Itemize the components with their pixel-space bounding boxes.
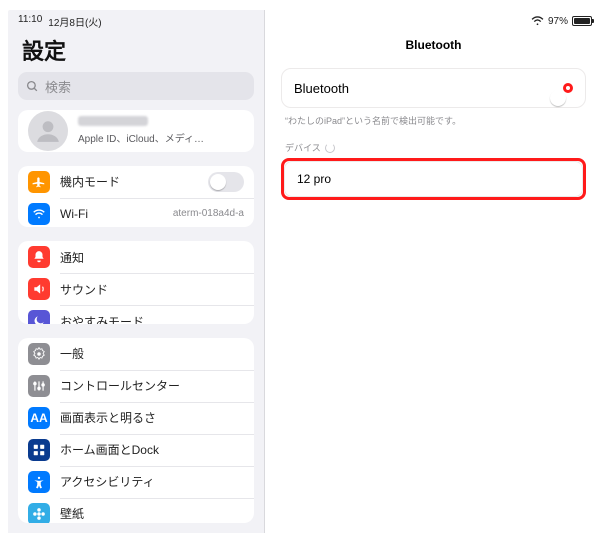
sidebar-item-airplane[interactable]: 機内モード <box>18 166 254 198</box>
airplane-toggle[interactable] <box>208 172 244 192</box>
sidebar-item-accessibility[interactable]: アクセシビリティ <box>18 466 254 498</box>
sidebar-item-label: 壁紙 <box>60 505 244 522</box>
wifi-status-icon <box>531 16 544 26</box>
discoverable-hint: “わたしのiPad”という名前で検出可能です。 <box>281 108 586 141</box>
bluetooth-switch-card: Bluetooth <box>281 68 586 108</box>
bluetooth-switch-label: Bluetooth <box>294 81 563 96</box>
profile-subtitle: Apple ID、iCloud、メディ… <box>78 130 204 145</box>
profile-card[interactable]: Apple ID、iCloud、メディ… <box>18 110 254 152</box>
speaker-icon <box>28 278 50 300</box>
status-time: 11:10 <box>18 14 42 29</box>
sidebar-item-wallpaper[interactable]: 壁紙 <box>18 498 254 523</box>
devices-section-label: デバイス <box>281 141 586 158</box>
highlight-bluetooth-toggle <box>563 83 573 93</box>
aa-icon: AA <box>28 407 50 429</box>
device-row[interactable]: 12 pro <box>285 162 582 196</box>
sidebar-item-notifications[interactable]: 通知 <box>18 241 254 273</box>
sidebar-group-network: 機内モード Wi-Fi aterm-018a4d-a Bluetooth オン <box>18 166 254 228</box>
status-date: 12月8日(火) <box>48 14 101 29</box>
detail-pane: 97% Bluetooth Bluetooth “わたしのiPad”という名前で… <box>264 10 602 533</box>
accessibility-icon <box>28 471 50 493</box>
spinner-icon <box>325 143 335 153</box>
settings-sidebar: 11:10 12月8日(火) 設定 検索 Apple ID、iCloud、メディ… <box>8 10 264 533</box>
device-name: 12 pro <box>297 172 331 186</box>
status-bar-right: 97% <box>265 10 602 30</box>
detail-title: Bluetooth <box>265 30 602 68</box>
sidebar-item-general[interactable]: 一般 <box>18 338 254 370</box>
gear-icon <box>28 343 50 365</box>
avatar <box>28 111 68 151</box>
status-bar: 11:10 12月8日(火) <box>8 10 264 30</box>
sidebar-item-label: おやすみモード <box>60 313 244 324</box>
sidebar-item-label: ホーム画面とDock <box>60 441 244 458</box>
devices-label-text: デバイス <box>285 141 321 154</box>
moon-icon <box>28 310 50 323</box>
highlight-device-row: 12 pro <box>281 158 586 200</box>
sidebar-item-label: 一般 <box>60 345 244 362</box>
sidebar-item-label: サウンド <box>60 281 244 298</box>
sidebar-item-label: 機内モード <box>60 173 198 190</box>
airplane-icon <box>28 171 50 193</box>
sidebar-item-sound[interactable]: サウンド <box>18 273 254 305</box>
wifi-network-name: aterm-018a4d-a <box>173 208 244 219</box>
search-input[interactable]: 検索 <box>18 72 254 100</box>
sidebar-item-label: アクセシビリティ <box>60 473 244 490</box>
battery-icon <box>572 16 592 26</box>
sidebar-group-general: 一般 コントロールセンター AA 画面表示と明るさ ホーム画面とDock アクセ… <box>18 338 254 523</box>
wifi-icon <box>28 203 50 225</box>
grid-icon <box>28 439 50 461</box>
sidebar-item-display[interactable]: AA 画面表示と明るさ <box>18 402 254 434</box>
profile-name-blurred <box>78 116 148 126</box>
sliders-icon <box>28 375 50 397</box>
bell-icon <box>28 246 50 268</box>
search-icon <box>26 80 39 93</box>
sidebar-item-homescreen[interactable]: ホーム画面とDock <box>18 434 254 466</box>
sidebar-item-wifi[interactable]: Wi-Fi aterm-018a4d-a <box>18 198 254 228</box>
sidebar-item-dnd[interactable]: おやすみモード <box>18 305 254 323</box>
sidebar-item-label: Wi-Fi <box>60 207 163 221</box>
sidebar-item-controlcenter[interactable]: コントロールセンター <box>18 370 254 402</box>
flower-icon <box>28 503 50 523</box>
sidebar-item-label: 画面表示と明るさ <box>60 409 244 426</box>
sidebar-item-label: コントロールセンター <box>60 377 244 394</box>
page-title: 設定 <box>8 30 264 72</box>
sidebar-item-label: 通知 <box>60 249 244 266</box>
search-placeholder: 検索 <box>45 77 71 96</box>
battery-percentage: 97% <box>548 16 568 27</box>
sidebar-group-notifications: 通知 サウンド おやすみモード スクリーンタイム <box>18 241 254 323</box>
